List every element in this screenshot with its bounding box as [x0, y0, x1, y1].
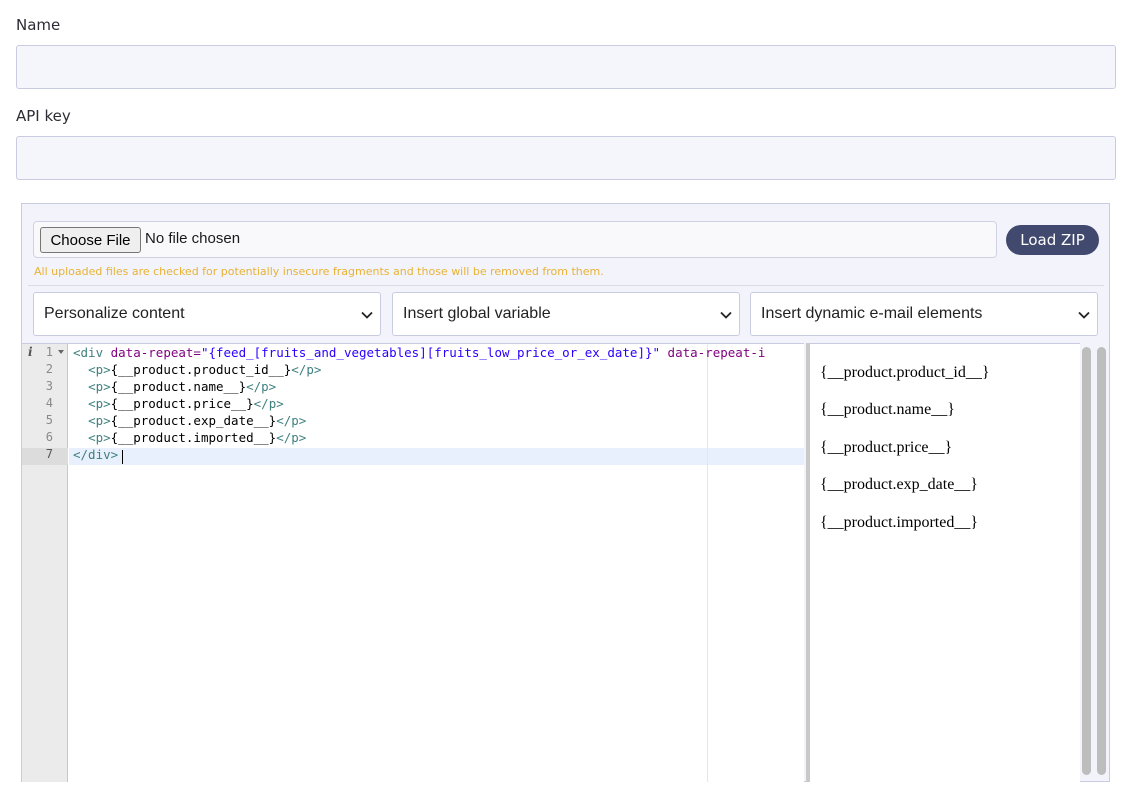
- insert-global-variable-select[interactable]: Insert global variable: [392, 292, 740, 336]
- chevron-down-icon: [720, 311, 732, 319]
- print-margin: [707, 344, 708, 782]
- code-line: </div>: [73, 447, 119, 462]
- preview-line: {__product.imported__}: [820, 514, 978, 531]
- active-line-highlight: [69, 448, 804, 465]
- api-key-input[interactable]: [16, 136, 1116, 180]
- fold-toggle-icon[interactable]: [58, 350, 64, 354]
- name-input[interactable]: [16, 45, 1116, 89]
- preview-pane: {__product.product_id__} {__product.name…: [806, 343, 1080, 782]
- name-label: Name: [16, 16, 61, 34]
- select-value: Personalize content: [44, 305, 185, 322]
- line-number: 7: [45, 447, 53, 461]
- line-number-gutter: i 1 2 3 4 5 6 7: [22, 344, 68, 782]
- line-number: 5: [45, 413, 53, 427]
- load-zip-button[interactable]: Load ZIP: [1006, 225, 1099, 255]
- preview-scrollbar[interactable]: [1082, 347, 1091, 775]
- chevron-down-icon: [1078, 311, 1090, 319]
- file-upload-bar: Choose File No file chosen: [33, 221, 997, 258]
- divider: [28, 285, 1104, 286]
- preview-line: {__product.exp_date__}: [820, 476, 978, 493]
- preview-line: {__product.product_id__}: [820, 364, 990, 381]
- code-line: <p>{__product.name__}</p>: [88, 379, 277, 394]
- text-cursor: [122, 450, 123, 464]
- choose-file-button[interactable]: Choose File: [40, 227, 141, 253]
- template-editor-panel: Choose File No file chosen Load ZIP All …: [21, 203, 1110, 782]
- line-number: 4: [45, 396, 53, 410]
- preview-line: {__product.price__}: [820, 439, 953, 456]
- code-line: <p>{__product.exp_date__}</p>: [88, 413, 307, 428]
- upload-security-note: All uploaded files are checked for poten…: [34, 265, 604, 278]
- api-key-label: API key: [16, 107, 71, 125]
- preview-line: {__product.name__}: [820, 401, 955, 418]
- chevron-down-icon: [361, 311, 373, 319]
- code-editor[interactable]: i 1 2 3 4 5 6 7 <div data-repeat="{feed_…: [22, 343, 804, 782]
- insert-dynamic-elements-select[interactable]: Insert dynamic e-mail elements: [750, 292, 1098, 336]
- code-line: <div data-repeat="{feed_[fruits_and_vege…: [73, 345, 766, 360]
- info-icon: i: [28, 345, 33, 359]
- code-line: <p>{__product.imported__}</p>: [88, 430, 307, 445]
- line-number: 1: [45, 345, 53, 359]
- line-number: 3: [45, 379, 53, 393]
- code-line: <p>{__product.price__}</p>: [88, 396, 284, 411]
- personalize-content-select[interactable]: Personalize content: [33, 292, 381, 336]
- file-status-text: No file chosen: [145, 230, 241, 247]
- code-line: <p>{__product.product_id__}</p>: [88, 362, 322, 377]
- select-value: Insert global variable: [403, 305, 551, 322]
- select-value: Insert dynamic e-mail elements: [761, 305, 983, 322]
- panel-scrollbar[interactable]: [1097, 347, 1106, 775]
- line-number: 6: [45, 430, 53, 444]
- line-number: 2: [45, 362, 53, 376]
